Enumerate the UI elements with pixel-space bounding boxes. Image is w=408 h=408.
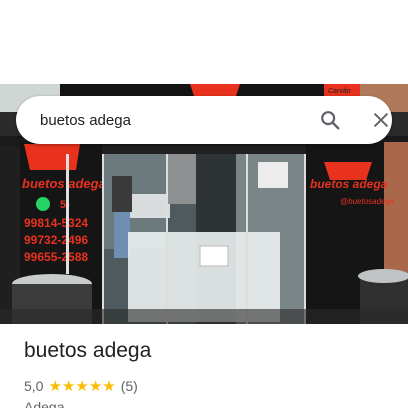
phone-2: 99732-2496 [24,233,88,247]
star-icon: ★ [61,377,76,395]
sign-carvao: Carvão [328,88,351,95]
top-blank-area [0,0,408,84]
star-icon: ★ [75,377,89,395]
star-icon: ★ [102,377,116,395]
handle-right: @buetosadega [340,197,395,206]
review-count[interactable]: (5) [121,378,138,394]
brand-left: buetos adega [22,176,106,191]
search-button[interactable] [316,106,344,134]
brand-right: buetos adega [310,177,388,191]
place-title: buetos adega [24,339,152,362]
star-rating: ★ ★ ★ ★ ★ [48,379,115,394]
close-button[interactable] [367,106,395,134]
star-icon: ★ [88,377,103,395]
search-bar[interactable] [16,96,392,144]
close-icon [374,113,388,127]
place-category: Adega [24,399,65,408]
phone-1: 99814-5324 [24,216,88,230]
search-icon [321,111,340,130]
place-info-panel: buetos adega 5,0 ★ ★ ★ ★ ★ (5) Adega [24,338,394,408]
star-icon: ★ [48,377,62,395]
search-input[interactable] [40,110,290,130]
rating-value: 5,0 [24,378,44,394]
rating-row[interactable]: 5,0 ★ ★ ★ ★ ★ (5) [24,377,394,395]
phone-3: 99655-2588 [24,250,88,264]
whatsapp-icon [36,197,50,211]
